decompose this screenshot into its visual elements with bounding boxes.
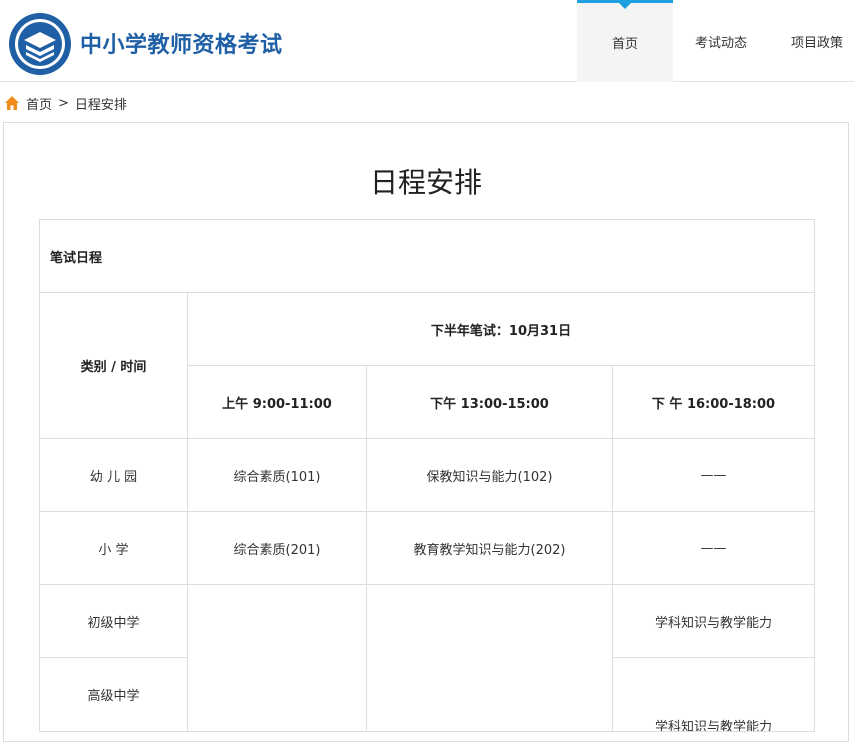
subject-cell: 学科知识与教学能力 xyxy=(611,657,816,732)
subject-cell: 保教知识与能力(102) xyxy=(366,438,613,512)
table-row: 初级中学 学科知识与教学能力 xyxy=(39,584,816,732)
subject-cell: 综合素质(201) xyxy=(187,511,367,585)
nav-exam-news[interactable]: 考试动态 xyxy=(673,0,769,82)
main-content: 日程安排 笔试日程 类别 / 时间 下半年笔试：10月31日 上午 9:00-1… xyxy=(3,122,849,742)
nav-policy[interactable]: 项目政策 xyxy=(769,0,854,82)
subject-cell: —— xyxy=(611,511,816,585)
table-row: 幼 儿 园 综合素质(101) 保教知识与能力(102) —— xyxy=(39,438,816,512)
site-header: 中小学教师资格考试 首页 考试动态 项目政策 xyxy=(0,0,854,82)
category-cell: 幼 儿 园 xyxy=(39,438,188,512)
category-cell: 高级中学 xyxy=(39,657,188,732)
breadcrumb-current: 日程安排 xyxy=(74,97,127,113)
corner-header: 类别 / 时间 xyxy=(39,292,188,439)
nav-home[interactable]: 首页 xyxy=(577,0,673,82)
session-header: 上午 9:00-11:00 xyxy=(187,365,367,439)
table-row: 小 学 综合素质(201) 教育教学知识与能力(202) —— xyxy=(39,511,816,585)
table-row: 类别 / 时间 下半年笔试：10月31日 xyxy=(39,292,816,439)
home-icon xyxy=(5,96,19,110)
category-cell: 初级中学 xyxy=(39,584,188,658)
exam-schedule-table: 笔试日程 类别 / 时间 下半年笔试：10月31日 上午 9:00-11:00 … xyxy=(38,219,816,732)
breadcrumb-separator: > xyxy=(58,95,69,111)
active-caret-icon xyxy=(619,3,631,9)
subject-cell: 综合素质(101) xyxy=(187,438,367,512)
breadcrumb-home-link[interactable]: 首页 xyxy=(26,94,52,113)
nav-label: 首页 xyxy=(611,37,638,52)
category-cell: 小 学 xyxy=(39,511,188,585)
subject-cell xyxy=(366,584,613,732)
nav-label: 项目政策 xyxy=(790,35,843,51)
breadcrumb: 首页 > 日程安排 xyxy=(4,93,127,113)
nav-label: 考试动态 xyxy=(694,35,747,51)
table-row: 笔试日程 xyxy=(38,219,816,293)
site-title[interactable]: 中小学教师资格考试 xyxy=(80,27,283,59)
exam-date-header: 下半年笔试：10月31日 xyxy=(186,292,816,366)
logo-icon[interactable] xyxy=(8,12,72,76)
session-header: 下午 13:00-15:00 xyxy=(366,365,613,439)
page-title: 日程安排 xyxy=(369,166,482,199)
section-label: 笔试日程 xyxy=(38,219,816,293)
subject-cell: 教育教学知识与能力(202) xyxy=(366,511,613,585)
subject-cell: —— xyxy=(611,438,816,512)
subject-cell: 学科知识与教学能力 xyxy=(611,584,816,658)
subject-text: 学科知识与教学能力 xyxy=(655,720,773,731)
session-header: 下 午 16:00-18:00 xyxy=(611,365,816,439)
subject-cell xyxy=(187,584,367,732)
